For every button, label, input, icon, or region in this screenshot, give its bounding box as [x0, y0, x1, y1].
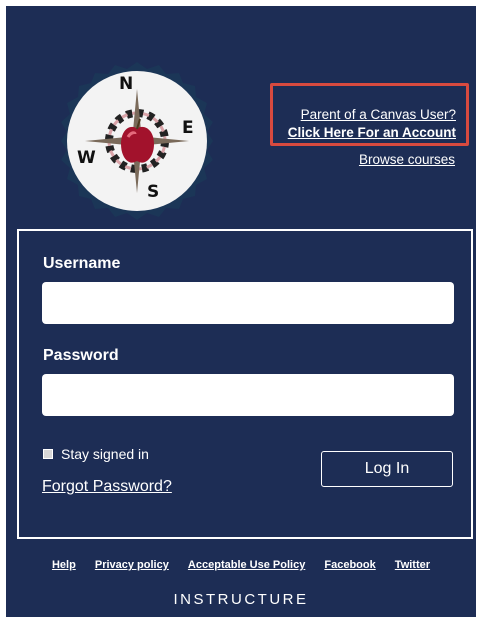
compass-label-e: E [182, 118, 194, 138]
username-input[interactable] [42, 282, 454, 324]
highlight-box [270, 83, 469, 146]
footer-link-twitter[interactable]: Twitter [395, 559, 430, 571]
instructure-brand: INSTRUCTURE [173, 591, 309, 608]
footer-link-privacy[interactable]: Privacy policy [95, 559, 169, 571]
stay-signed-in-label: Stay signed in [61, 446, 149, 462]
compass-apple-logo: N E S W [61, 62, 213, 220]
footer-link-facebook[interactable]: Facebook [324, 559, 375, 571]
footer-link-acceptable-use[interactable]: Acceptable Use Policy [188, 559, 305, 571]
footer-link-help[interactable]: Help [52, 559, 76, 571]
forgot-password-link[interactable]: Forgot Password? [42, 478, 172, 496]
login-panel: N E S W Parent of a Canvas User? Click H… [6, 6, 476, 617]
footer-links: Help Privacy policy Acceptable Use Polic… [6, 559, 476, 571]
compass-label-n: N [119, 74, 133, 94]
browse-courses-link[interactable]: Browse courses [359, 152, 455, 167]
login-form: Username Password Stay signed in Forgot … [17, 229, 473, 539]
password-input[interactable] [42, 374, 454, 416]
username-label: Username [43, 255, 121, 272]
compass-label-s: S [147, 182, 159, 202]
apple-shape [121, 126, 154, 163]
login-button[interactable]: Log In [321, 451, 453, 487]
stay-signed-in[interactable]: Stay signed in [43, 446, 149, 462]
stay-signed-in-checkbox[interactable] [43, 449, 53, 459]
password-label: Password [43, 347, 119, 364]
compass-label-w: W [77, 148, 96, 168]
